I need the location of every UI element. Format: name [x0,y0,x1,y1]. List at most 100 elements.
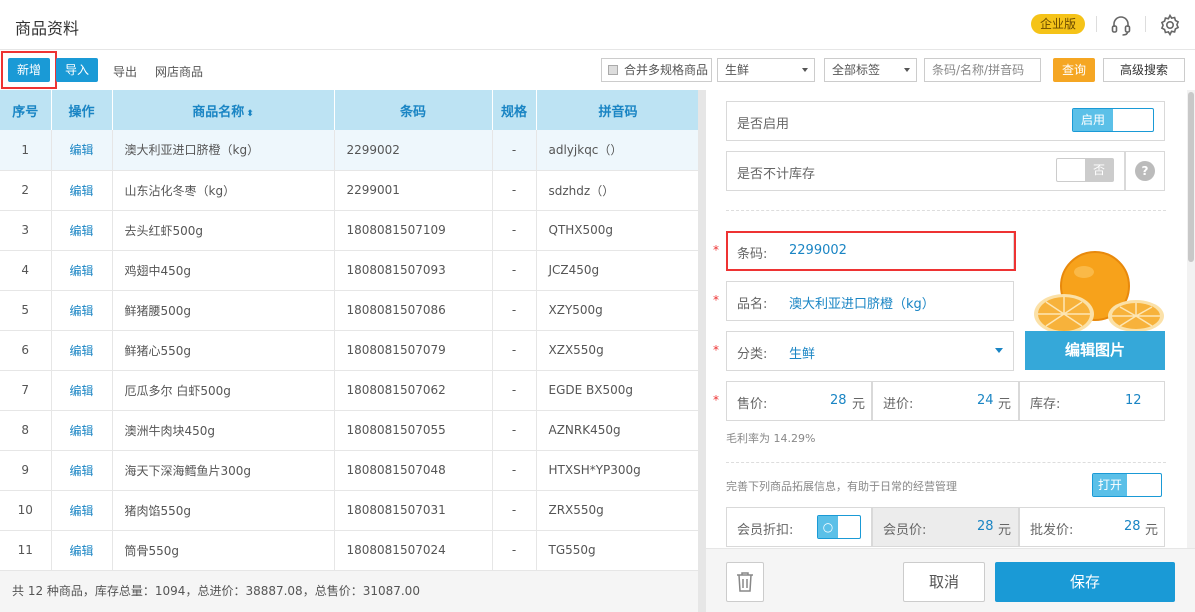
enabled-label: 是否启用 [737,117,790,132]
table-row[interactable]: 9 编辑 海天下深海鳕鱼片300g 1808081507048 - HTXSH*… [0,450,700,491]
member-price-label: 会员价: [883,523,927,538]
column-header-action: 操作 [51,90,113,130]
table-row[interactable]: 5 编辑 鲜猪腰500g 1808081507086 - XZY500g [0,290,700,331]
edit-link[interactable]: 编辑 [51,410,113,451]
table-row[interactable]: 8 编辑 澳洲牛肉块450g 1808081507055 - AZNRK450g [0,410,700,451]
extend-toggle-on: 打开 [1093,474,1127,496]
cell-barcode: 1808081507031 [334,490,493,531]
name-value[interactable]: 澳大利亚进口脐橙（kg） [789,293,935,312]
tags-select-value: 全部标签 [832,63,881,77]
section-divider [726,462,1166,463]
search-input[interactable] [924,58,1041,82]
cell-pinyin: QTHX500g [536,210,700,251]
cell-spec: - [492,490,537,531]
category-value[interactable]: 生鲜 [789,343,815,362]
table-row[interactable]: 6 编辑 鲜猪心550g 1808081507079 - XZX550g [0,330,700,371]
edit-link[interactable]: 编辑 [51,330,113,371]
cancel-button[interactable]: 取消 [903,562,985,602]
export-link[interactable]: 导出 [113,63,137,80]
advanced-search-button[interactable]: 高级搜索 [1103,58,1185,82]
table-row[interactable]: 4 编辑 鸡翅中450g 1808081507093 - JCZ450g [0,250,700,291]
required-mark: * [713,343,719,357]
column-header-pinyin: 拼音码 [536,90,700,130]
cell-index: 11 [0,530,52,570]
import-button[interactable]: 导入 [56,58,98,82]
no-stock-toggle-off: 否 [1085,159,1113,181]
wholesale-value[interactable]: 28 [1124,519,1141,534]
price-value[interactable]: 28 [830,393,847,408]
enabled-toggle[interactable]: 启用 [1072,108,1154,132]
edit-link[interactable]: 编辑 [51,130,113,171]
cell-pinyin: sdzhdz（） [536,170,700,211]
new-button[interactable]: 新增 [8,58,50,82]
cell-spec: - [492,370,537,411]
trash-icon [737,572,753,592]
edit-link[interactable]: 编辑 [51,210,113,251]
cell-barcode: 1808081507109 [334,210,493,251]
cell-pinyin: XZX550g [536,330,700,371]
gear-icon[interactable] [1158,13,1182,37]
cell-spec: - [492,530,537,570]
table-header: 序号 操作 商品名称 ⬍ 条码 规格 拼音码 [0,90,700,130]
required-mark: * [713,243,719,257]
chevron-down-icon[interactable] [995,348,1003,353]
chevron-down-icon [904,68,910,72]
sort-icon[interactable]: ⬍ [246,109,254,119]
cell-name: 鸡翅中450g [112,250,335,291]
extend-info-text: 完善下列商品拓展信息，有助于日常的经营管理 [726,480,957,493]
cost-value[interactable]: 24 [977,393,994,408]
wholesale-unit: 元 [1145,523,1159,538]
table-row[interactable]: 11 编辑 筒骨550g 1808081507024 - TG550g [0,530,700,570]
member-price-value: 28 [977,519,994,534]
barcode-value[interactable]: 2299002 [789,243,847,258]
category-label: 分类: [737,347,768,362]
edition-badge[interactable]: 企业版 [1031,14,1086,34]
cell-index: 5 [0,290,52,331]
scrollbar-thumb[interactable] [1188,92,1194,262]
cell-pinyin: TG550g [536,530,700,570]
merge-variants-checkbox[interactable]: 合并多规格商品 [601,58,712,82]
save-button[interactable]: 保存 [995,562,1175,602]
edit-link[interactable]: 编辑 [51,250,113,291]
cell-pinyin: AZNRK450g [536,410,700,451]
checkbox-icon[interactable] [608,65,618,75]
table-row[interactable]: 3 编辑 去头红虾500g 1808081507109 - QTHX500g [0,210,700,251]
delete-button[interactable] [726,562,764,602]
category-field[interactable] [726,331,1014,371]
member-discount-toggle[interactable]: ○ [817,515,861,539]
cell-name: 鲜猪腰500g [112,290,335,331]
table-row[interactable]: 7 编辑 厄瓜多尔 白虾500g 1808081507062 - EGDE BX… [0,370,700,411]
divider [1096,16,1097,32]
extend-toggle[interactable]: 打开 [1092,473,1162,497]
barcode-field[interactable] [726,231,1014,271]
edit-image-button[interactable]: 编辑图片 [1025,331,1165,370]
member-discount-label: 会员折扣: [737,523,794,538]
table-row[interactable]: 10 编辑 猪肉馅550g 1808081507031 - ZRX550g [0,490,700,531]
divider [1145,16,1146,32]
column-header-name[interactable]: 商品名称 ⬍ [112,90,335,130]
edit-link[interactable]: 编辑 [51,490,113,531]
required-mark: * [713,293,719,307]
query-button[interactable]: 查询 [1053,58,1095,82]
cell-index: 3 [0,210,52,251]
tags-select[interactable]: 全部标签 [824,58,917,82]
category-select[interactable]: 生鲜 [717,58,815,82]
table-row[interactable]: 2 编辑 山东沾化冬枣（kg） 2299001 - sdzhdz（） [0,170,700,211]
cell-spec: - [492,170,537,211]
help-icon[interactable]: ? [1135,161,1155,181]
edit-link[interactable]: 编辑 [51,370,113,411]
wholesale-label: 批发价: [1030,523,1074,538]
stock-value[interactable]: 12 [1125,393,1142,408]
table-row[interactable]: 1 编辑 澳大利亚进口脐橙（kg） 2299002 - adlyjkqc（） [0,130,700,171]
column-header-barcode: 条码 [334,90,493,130]
online-products-link[interactable]: 网店商品 [155,63,203,80]
edit-link[interactable]: 编辑 [51,170,113,211]
price-label: 售价: [737,397,768,412]
edit-link[interactable]: 编辑 [51,290,113,331]
headset-icon[interactable] [1109,13,1133,37]
edit-link[interactable]: 编辑 [51,530,113,570]
cell-name: 筒骨550g [112,530,335,570]
no-stock-toggle[interactable]: 否 [1056,158,1114,182]
cell-spec: - [492,250,537,291]
edit-link[interactable]: 编辑 [51,450,113,491]
